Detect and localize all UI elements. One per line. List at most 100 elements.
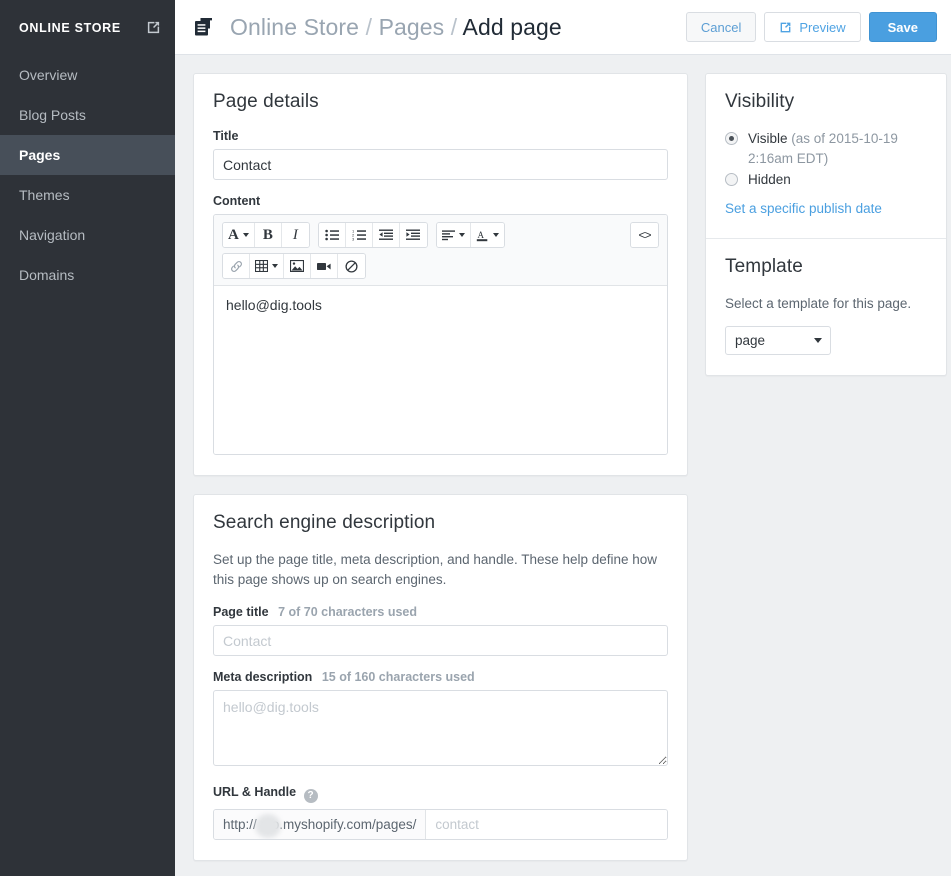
breadcrumb-section[interactable]: Pages [379, 14, 445, 40]
cancel-button[interactable]: Cancel [686, 12, 756, 42]
numbered-list-icon[interactable]: 1 2 3 [346, 223, 373, 247]
editor-toolbar-row-1: A B I [222, 222, 659, 248]
meta-description-label-text: Meta description [213, 670, 312, 684]
page-title: Page details [213, 91, 668, 113]
breadcrumb: Online Store / Pages / Add page [230, 14, 678, 41]
indent-icon[interactable] [400, 223, 427, 247]
breadcrumb-separator: / [451, 14, 458, 40]
sidebar-item-navigation[interactable]: Navigation [0, 215, 175, 255]
visibility-heading: Visibility [725, 91, 927, 113]
sidebar-cards: Visibility Visible (as of 2015-10-19 2:1… [705, 73, 947, 376]
sidebar-item-label: Pages [19, 147, 60, 163]
visible-label: Visible [748, 131, 788, 146]
clear-format-icon[interactable] [338, 254, 365, 278]
table-icon[interactable] [250, 254, 284, 278]
sidebar: ONLINE STORE Overview Blog Posts Pages T… [0, 0, 175, 876]
insert-group [222, 253, 366, 279]
meta-description-label: Meta description 15 of 160 characters us… [213, 670, 668, 684]
page-title-input[interactable] [213, 625, 668, 656]
top-bar: Online Store / Pages / Add page Cancel P… [175, 0, 951, 55]
meta-description-char-count: 15 of 160 characters used [322, 670, 475, 684]
sidebar-item-label: Domains [19, 267, 74, 283]
content-editor-body[interactable]: hello@dig.tools [214, 286, 667, 454]
insert-image-icon[interactable] [284, 254, 311, 278]
template-select[interactable]: page [725, 326, 831, 355]
svg-text:3: 3 [352, 236, 355, 241]
code-view-group: <> [630, 222, 659, 248]
align-icon[interactable] [437, 223, 471, 247]
editor-toolbar: A B I [214, 215, 667, 286]
external-link-icon [779, 21, 792, 34]
sidebar-item-themes[interactable]: Themes [0, 175, 175, 215]
sidebar-item-overview[interactable]: Overview [0, 55, 175, 95]
link-icon[interactable] [223, 254, 250, 278]
template-description: Select a template for this page. [725, 294, 927, 314]
url-handle-label-text: URL & Handle [213, 785, 296, 799]
page-title-label-text: Page title [213, 605, 269, 619]
page-title-label: Page title 7 of 70 characters used [213, 605, 668, 619]
url-prefix: http:// mo.myshopify.com/pages/ [214, 810, 426, 839]
font-family-icon[interactable]: A [223, 223, 255, 247]
italic-icon[interactable]: I [282, 223, 309, 247]
pages-stack-icon [192, 15, 216, 39]
title-input[interactable] [213, 149, 668, 180]
list-group: 1 2 3 [318, 222, 428, 248]
template-heading: Template [725, 256, 927, 278]
template-section: Template Select a template for this page… [706, 239, 946, 376]
page-title-char-count: 7 of 70 characters used [278, 605, 417, 619]
title-label: Title [213, 129, 668, 143]
right-column: Visibility Visible (as of 2015-10-19 2:1… [705, 73, 947, 376]
visibility-option-hidden[interactable]: Hidden [725, 170, 927, 190]
sidebar-item-domains[interactable]: Domains [0, 255, 175, 295]
url-handle-field: http:// mo.myshopify.com/pages/ [213, 809, 668, 840]
sidebar-item-blog-posts[interactable]: Blog Posts [0, 95, 175, 135]
url-prefix-text: http:// mo.myshopify.com/pages/ [223, 817, 416, 832]
breadcrumb-separator: / [366, 14, 373, 40]
sidebar-item-label: Overview [19, 67, 77, 83]
url-handle-input[interactable] [426, 810, 667, 839]
content-label: Content [213, 194, 668, 208]
save-button[interactable]: Save [869, 12, 937, 42]
bold-icon[interactable]: B [255, 223, 282, 247]
cancel-button-label: Cancel [701, 20, 741, 35]
sidebar-item-label: Blog Posts [19, 107, 86, 123]
template-select-wrap: page [725, 326, 831, 355]
preview-button-label: Preview [799, 20, 845, 35]
align-color-group: A [436, 222, 505, 248]
sidebar-item-pages[interactable]: Pages [0, 135, 175, 175]
help-icon[interactable]: ? [304, 789, 318, 803]
store-name: ONLINE STORE [19, 21, 146, 35]
seo-heading: Search engine description [213, 512, 668, 534]
search-engine-description-card: Search engine description Set up the pag… [193, 494, 688, 861]
sidebar-header: ONLINE STORE [0, 0, 175, 55]
visibility-section: Visibility Visible (as of 2015-10-19 2:1… [706, 74, 946, 238]
text-color-icon[interactable]: A [471, 223, 504, 247]
meta-description-textarea[interactable] [213, 690, 668, 766]
url-handle-label: URL & Handle ? [213, 785, 668, 803]
sidebar-item-label: Themes [19, 187, 70, 203]
visibility-option-visible[interactable]: Visible (as of 2015-10-19 2:16am EDT) [725, 129, 927, 168]
content-editor: A B I [213, 214, 668, 455]
editor-toolbar-row-2 [222, 253, 659, 279]
insert-video-icon[interactable] [311, 254, 338, 278]
svg-text:A: A [477, 230, 484, 240]
set-publish-date-link[interactable]: Set a specific publish date [725, 201, 882, 216]
hidden-label: Hidden [748, 170, 791, 190]
page-details-card: Page details Title Content A B [193, 73, 688, 476]
preview-button[interactable]: Preview [764, 12, 860, 42]
seo-description: Set up the page title, meta description,… [213, 550, 668, 589]
radio-visible[interactable] [725, 132, 738, 145]
main-content: Page details Title Content A B [175, 55, 951, 876]
breadcrumb-root[interactable]: Online Store [230, 14, 359, 40]
outdent-icon[interactable] [373, 223, 400, 247]
radio-hidden[interactable] [725, 173, 738, 186]
save-button-label: Save [888, 20, 918, 35]
external-link-icon[interactable] [146, 20, 161, 35]
format-group: A B I [222, 222, 310, 248]
code-view-icon[interactable]: <> [631, 223, 658, 247]
redaction-blob [255, 814, 281, 838]
bullet-list-icon[interactable] [319, 223, 346, 247]
left-column: Page details Title Content A B [193, 73, 688, 861]
content-editor-text: hello@dig.tools [226, 297, 322, 313]
sidebar-item-label: Navigation [19, 227, 85, 243]
